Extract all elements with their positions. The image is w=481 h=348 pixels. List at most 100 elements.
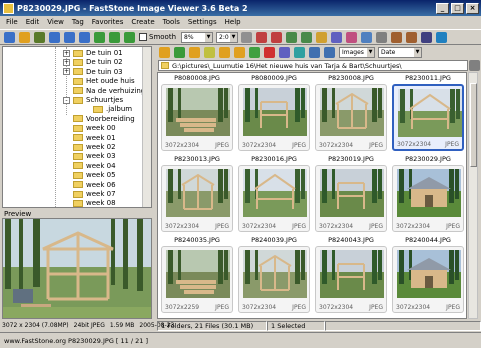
tree-expander[interactable]: +	[63, 49, 70, 57]
status-bar: 1 Folders, 21 Files (30.1 MB) 1 Selected	[157, 320, 481, 331]
thumbnail-item[interactable]: P8240043.JPG 3072x2304 JPEG	[314, 236, 388, 318]
minimize-button[interactable]: _	[436, 2, 449, 14]
actual-size-icon[interactable]	[124, 31, 135, 43]
thumbnail-scrollbar[interactable]	[468, 72, 478, 319]
redeye-icon[interactable]	[346, 31, 358, 43]
folder-icon[interactable]	[19, 31, 30, 43]
thumbnail-card[interactable]: 3072x2304 JPEG	[161, 84, 233, 151]
thumbnail-item[interactable]: P8230008.JPG 3072x2304 JPEG	[314, 74, 388, 156]
thumbnail-card[interactable]: 3072x2304 JPEG	[315, 165, 387, 232]
thumbnail-image	[397, 250, 461, 298]
folder-icon	[73, 152, 83, 160]
thumbnail-card[interactable]: 3072x2304 JPEG	[238, 84, 310, 151]
tree-expander[interactable]: +	[63, 58, 70, 66]
thumbnail-filename: P8230008.JPG	[328, 74, 374, 82]
slideshow-icon[interactable]	[361, 31, 373, 43]
hand-icon[interactable]	[241, 31, 253, 43]
thumbnail-type: JPEG	[369, 304, 383, 311]
move-to-icon[interactable]	[234, 47, 245, 58]
new-folder-icon[interactable]	[189, 47, 200, 58]
delete-icon[interactable]	[264, 47, 275, 58]
thumbnail-item[interactable]: P8080009.JPG 3072x2304 JPEG	[237, 74, 311, 156]
thumbnail-card[interactable]: 3072x2304 JPEG	[238, 246, 310, 313]
tree-expander[interactable]: +	[63, 68, 70, 76]
print-icon[interactable]	[421, 31, 433, 43]
menu-help[interactable]: Help	[221, 18, 245, 26]
menu-view[interactable]: View	[43, 18, 68, 26]
copy-to-icon[interactable]	[219, 47, 230, 58]
app-icon	[3, 2, 14, 14]
thumbnail-card[interactable]: 3072x2304 JPEG	[238, 165, 310, 232]
folder-icon	[73, 134, 83, 142]
up-folder-icon[interactable]	[159, 47, 170, 58]
maximize-button[interactable]: □	[451, 2, 464, 14]
thumbnail-item[interactable]: P8240039.JPG 3072x2304 JPEG	[237, 236, 311, 318]
save-icon[interactable]	[34, 31, 45, 43]
ratio-value: 2:0	[219, 33, 229, 41]
menu-favorites[interactable]: Favorites	[88, 18, 128, 26]
tree-expander[interactable]: -	[63, 96, 70, 104]
favorites-icon[interactable]	[204, 47, 215, 58]
thumbnail-card[interactable]: 3072x2304 JPEG	[392, 84, 464, 151]
preview-image	[3, 219, 151, 318]
rotate-right-icon[interactable]	[271, 31, 283, 43]
back-icon[interactable]	[49, 31, 60, 43]
thumbnail-item[interactable]: P8240035.JPG 3072x2259 JPEG	[160, 236, 234, 318]
effects-icon[interactable]	[331, 31, 343, 43]
help-icon[interactable]	[436, 31, 448, 43]
zoom-out-icon[interactable]	[109, 31, 120, 43]
thumbnail-image	[166, 88, 230, 136]
thumbnail-item[interactable]: P8230016.JPG 3072x2304 JPEG	[237, 155, 311, 237]
edit-icon[interactable]	[294, 47, 305, 58]
address-bar[interactable]: G:\pictures\_Luumutie 16\Het nieuwe huis…	[158, 60, 468, 71]
folder-icon	[73, 190, 83, 198]
forward-icon[interactable]	[64, 31, 75, 43]
thumbnail-item[interactable]: P8240044.JPG 3072x2304 JPEG	[391, 236, 465, 318]
menu-file[interactable]: File	[2, 18, 22, 26]
view-mode-icon[interactable]	[309, 47, 320, 58]
zoom-select[interactable]: 8% ▼	[181, 31, 214, 43]
color-icon[interactable]	[316, 31, 328, 43]
crop-icon[interactable]	[286, 31, 298, 43]
menu-tag[interactable]: Tag	[68, 18, 88, 26]
thumbnail-item[interactable]: P8230019.JPG 3072x2304 JPEG	[314, 155, 388, 237]
thumbnail-item[interactable]: P8080008.JPG 3072x2304 JPEG	[160, 74, 234, 156]
ratio-select[interactable]: 2:0 ▼	[216, 31, 239, 43]
resize-icon[interactable]	[301, 31, 313, 43]
tree-scrollbar[interactable]	[142, 47, 151, 207]
fullscreen-icon[interactable]	[376, 31, 388, 43]
details-icon[interactable]	[324, 47, 335, 58]
thumbnail-card[interactable]: 3072x2304 JPEG	[392, 165, 464, 232]
refresh-icon[interactable]	[174, 47, 185, 58]
thumbnail-filename: P8240044.JPG	[405, 236, 451, 244]
menu-edit[interactable]: Edit	[22, 18, 44, 26]
menu-settings[interactable]: Settings	[184, 18, 221, 26]
select-all-icon[interactable]	[249, 47, 260, 58]
thumbnail-item[interactable]: P8230011.JPG 3072x2304 JPEG	[391, 74, 465, 156]
rotate-left-icon[interactable]	[256, 31, 268, 43]
menu-tools[interactable]: Tools	[159, 18, 184, 26]
fit-icon[interactable]	[79, 31, 90, 43]
smooth-checkbox[interactable]	[139, 33, 147, 41]
thumbnail-card[interactable]: 3072x2304 JPEG	[315, 84, 387, 151]
thumbnail-card[interactable]: 3072x2304 JPEG	[315, 246, 387, 313]
email-icon[interactable]	[391, 31, 403, 43]
thumbnail-card[interactable]: 3072x2304 JPEG	[392, 246, 464, 313]
address-go-icon[interactable]	[469, 60, 480, 71]
thumbnail-item[interactable]: P8230013.JPG 3072x2304 JPEG	[160, 155, 234, 237]
zoom-in-icon[interactable]	[94, 31, 105, 43]
tree-item[interactable]: week 08	[63, 198, 116, 207]
sort-select[interactable]: Date ▼	[378, 47, 422, 58]
thumbnail-card[interactable]: 3072x2304 JPEG	[161, 165, 233, 232]
close-button[interactable]: ×	[466, 2, 479, 14]
compare-icon[interactable]	[279, 47, 290, 58]
menu-create[interactable]: Create	[127, 18, 158, 26]
thumbnail-filename: P8230019.JPG	[328, 155, 374, 163]
wallpaper-icon[interactable]	[406, 31, 418, 43]
open-icon[interactable]	[4, 31, 15, 43]
thumbnail-card[interactable]: 3072x2259 JPEG	[161, 246, 233, 313]
filter-select[interactable]: Images ▼	[339, 47, 375, 58]
scrollbar-thumb[interactable]	[470, 83, 477, 167]
thumbnail-item[interactable]: P8230029.JPG 3072x2304 JPEG	[391, 155, 465, 237]
tree-line	[55, 47, 56, 207]
